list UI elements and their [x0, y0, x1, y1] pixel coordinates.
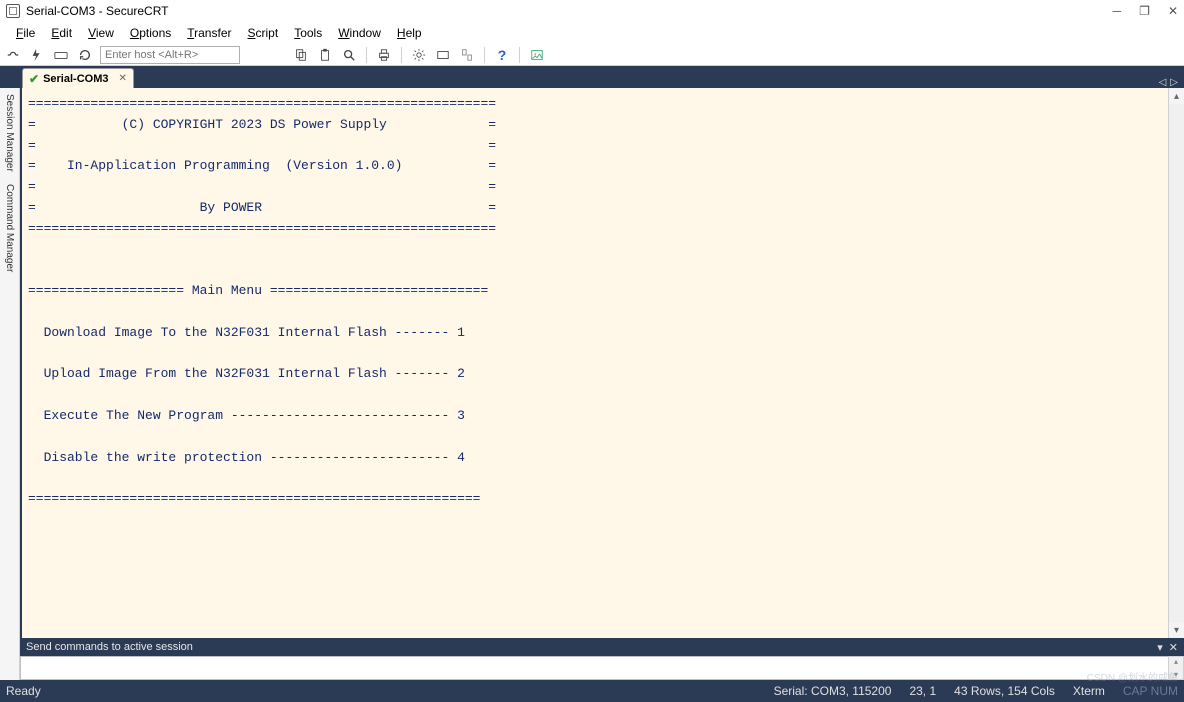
vertical-scrollbar[interactable]: ▴ ▾	[1168, 88, 1184, 638]
side-tab-command-manager[interactable]: Command Manager	[2, 178, 17, 278]
app-icon	[6, 4, 20, 18]
status-cursor: 23, 1	[909, 684, 936, 698]
status-emu: Xterm	[1073, 684, 1105, 698]
command-send-header: Send commands to active session ▾ ✕	[20, 638, 1184, 656]
copy-icon[interactable]	[292, 46, 310, 64]
menu-script[interactable]: Script	[240, 24, 287, 42]
close-button[interactable]: ✕	[1168, 4, 1178, 18]
tab-label: Serial-COM3	[43, 73, 108, 85]
maximize-button[interactable]: ❐	[1139, 4, 1150, 18]
minimize-button[interactable]: ─	[1113, 4, 1122, 18]
session-options-icon[interactable]	[434, 46, 452, 64]
menu-bar: File Edit View Options Transfer Script T…	[0, 22, 1184, 44]
command-close-icon[interactable]: ✕	[1169, 641, 1178, 654]
help-icon[interactable]: ?	[493, 46, 511, 64]
print-icon[interactable]	[375, 46, 393, 64]
status-caps: CAP NUM	[1123, 684, 1178, 698]
menu-edit[interactable]: Edit	[43, 24, 80, 42]
quick-connect-icon[interactable]	[28, 46, 46, 64]
keymap-icon[interactable]	[458, 46, 476, 64]
image-icon[interactable]	[528, 46, 546, 64]
window-title: Serial-COM3 - SecureCRT	[26, 4, 168, 18]
host-input[interactable]	[100, 46, 240, 64]
command-dropdown-icon[interactable]: ▾	[1157, 641, 1163, 654]
status-port: Serial: COM3, 115200	[774, 684, 892, 698]
toolbar: ?	[0, 44, 1184, 66]
scroll-down-icon[interactable]: ▾	[1169, 622, 1184, 638]
scroll-up-icon[interactable]: ▴	[1169, 88, 1184, 104]
menu-help[interactable]: Help	[389, 24, 430, 42]
connect-bar-icon[interactable]	[52, 46, 70, 64]
tab-nav-left-icon[interactable]: ◁	[1159, 77, 1167, 88]
menu-transfer[interactable]: Transfer	[179, 24, 239, 42]
terminal-text: ========================================…	[22, 88, 1168, 516]
command-scrollbar[interactable]: ▴▾	[1168, 656, 1184, 680]
status-bar: Ready Serial: COM3, 115200 23, 1 43 Rows…	[0, 680, 1184, 702]
status-ready: Ready	[6, 684, 41, 698]
command-send-label: Send commands to active session	[26, 641, 193, 653]
menu-tools[interactable]: Tools	[286, 24, 330, 42]
side-tab-session-manager[interactable]: Session Manager	[2, 88, 17, 178]
connect-icon[interactable]	[4, 46, 22, 64]
title-bar: Serial-COM3 - SecureCRT ─ ❐ ✕	[0, 0, 1184, 22]
tab-nav-right-icon[interactable]: ▷	[1170, 77, 1178, 88]
tab-status-icon: ✔	[29, 72, 39, 86]
settings-icon[interactable]	[410, 46, 428, 64]
menu-file[interactable]: File	[8, 24, 43, 42]
menu-window[interactable]: Window	[330, 24, 389, 42]
command-input[interactable]	[20, 656, 1168, 680]
find-icon[interactable]	[340, 46, 358, 64]
terminal-output[interactable]: ========================================…	[20, 88, 1168, 638]
status-size: 43 Rows, 154 Cols	[954, 684, 1055, 698]
reconnect-icon[interactable]	[76, 46, 94, 64]
side-tab-bar: Session Manager Command Manager	[0, 88, 20, 680]
paste-icon[interactable]	[316, 46, 334, 64]
menu-options[interactable]: Options	[122, 24, 179, 42]
tab-strip: ✔ Serial-COM3 ✕ ◁ ▷	[0, 66, 1184, 88]
tab-close-icon[interactable]: ✕	[118, 73, 126, 84]
menu-view[interactable]: View	[80, 24, 122, 42]
tab-serial-com3[interactable]: ✔ Serial-COM3 ✕	[22, 68, 134, 88]
